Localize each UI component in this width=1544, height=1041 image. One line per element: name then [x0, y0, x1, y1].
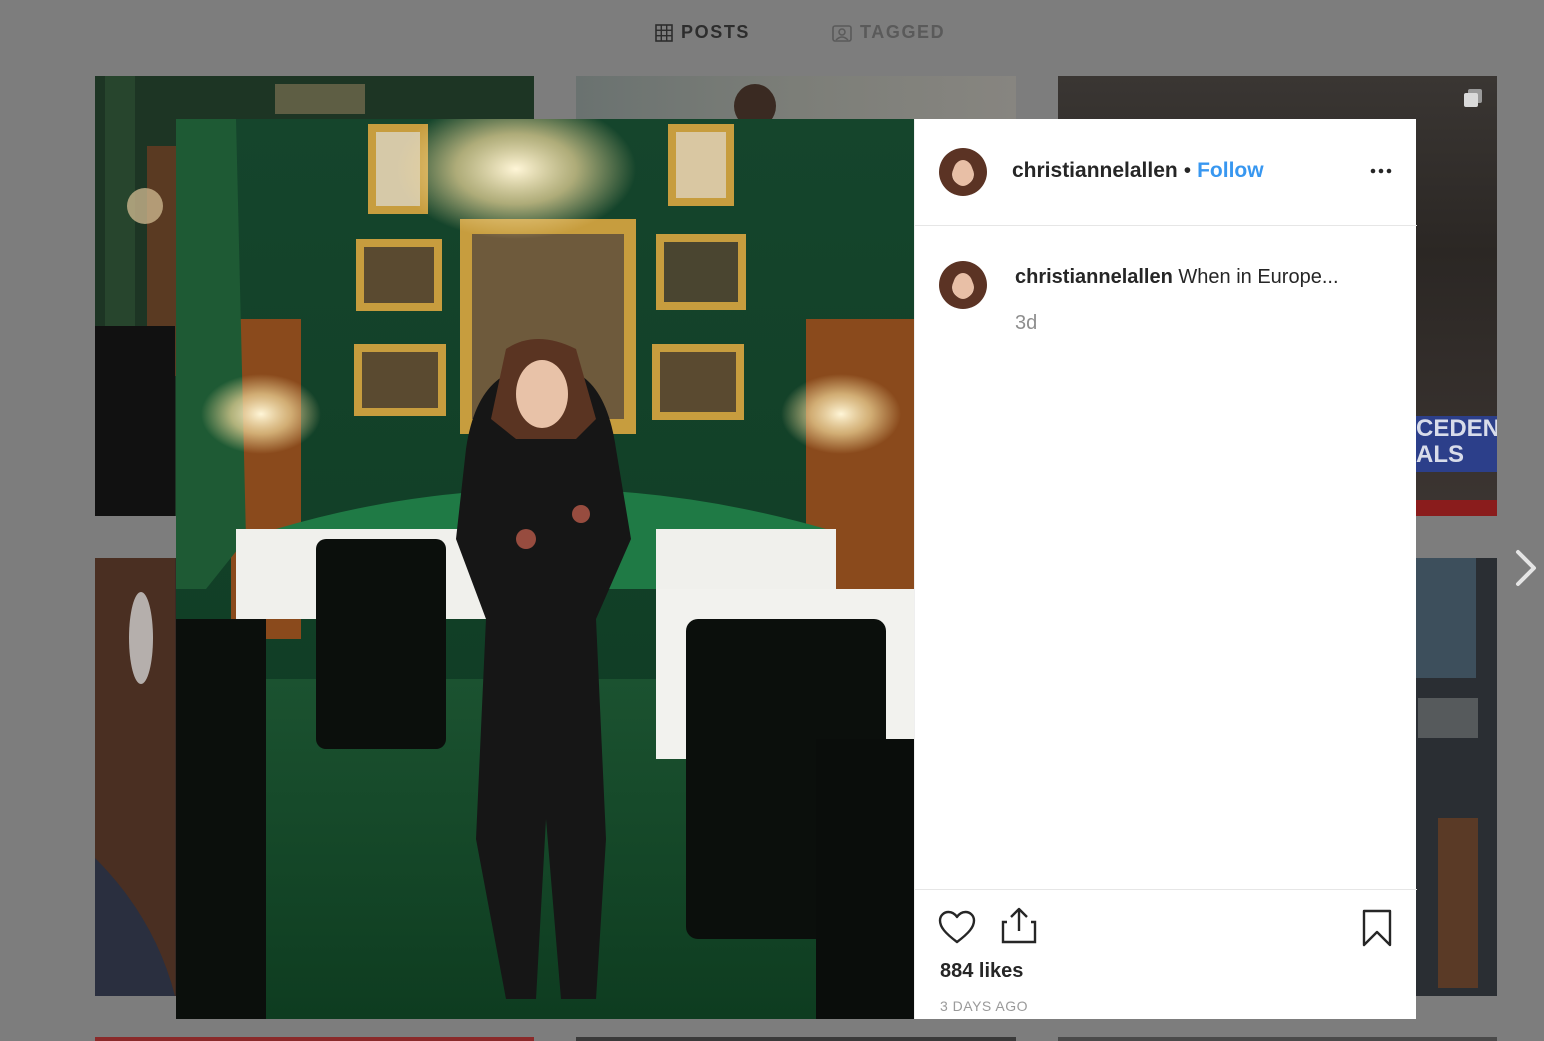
separator-dot: •	[1183, 159, 1192, 182]
post-sidebar: christiannelallen • Follow christiannela…	[914, 119, 1417, 1019]
likes-count[interactable]: 884 likes	[940, 960, 1023, 983]
thumbnail-banner: CEDENT ALS	[1414, 416, 1497, 472]
caption-timestamp[interactable]: 3d	[1015, 312, 1037, 335]
multiple-photos-icon	[1464, 89, 1482, 107]
banner-line: ALS	[1416, 441, 1464, 468]
post-timestamp: 3 DAYS AGO	[940, 998, 1028, 1014]
profile-tabs: POSTS TAGGED	[0, 22, 1544, 52]
grid-post-thumbnail[interactable]	[1058, 1037, 1497, 1041]
tab-tagged-label: TAGGED	[860, 22, 946, 42]
avatar[interactable]	[939, 261, 987, 309]
thumbnail-image	[734, 84, 776, 120]
caption-text: christiannelallen When in Europe...	[1015, 266, 1339, 289]
grid-post-thumbnail[interactable]	[576, 1037, 1016, 1041]
post-modal: christiannelallen • Follow christiannela…	[176, 119, 1417, 1019]
caption-body: When in Europe...	[1178, 266, 1339, 288]
heart-icon[interactable]	[937, 908, 977, 948]
tagged-icon	[832, 24, 852, 42]
avatar-face	[953, 273, 973, 299]
bookmark-icon[interactable]	[1357, 908, 1397, 948]
post-header: christiannelallen • Follow	[915, 119, 1417, 226]
grid-icon	[655, 23, 673, 42]
more-options-icon[interactable]	[1369, 163, 1393, 179]
tab-tagged[interactable]: TAGGED	[832, 22, 945, 43]
banner-line: CEDENT	[1416, 416, 1497, 442]
share-icon[interactable]	[999, 906, 1039, 946]
follow-button[interactable]: Follow	[1197, 159, 1264, 183]
caption-username-link[interactable]: christiannelallen	[1015, 266, 1173, 288]
tab-posts-label: POSTS	[681, 22, 751, 42]
post-image	[176, 119, 914, 1019]
thumbnail-strip	[1414, 500, 1497, 516]
grid-post-thumbnail[interactable]	[576, 76, 1016, 120]
avatar-face	[953, 160, 973, 186]
avatar[interactable]	[939, 148, 987, 196]
next-post-arrow-icon[interactable]	[1512, 548, 1540, 588]
post-author: christiannelallen • Follow	[1012, 159, 1264, 183]
grid-post-thumbnail[interactable]	[95, 1037, 534, 1041]
tab-posts[interactable]: POSTS	[655, 22, 750, 43]
username-link[interactable]: christiannelallen	[1012, 159, 1178, 183]
post-actions: 884 likes 3 DAYS AGO	[915, 889, 1417, 1019]
post-photo[interactable]	[176, 119, 914, 1019]
